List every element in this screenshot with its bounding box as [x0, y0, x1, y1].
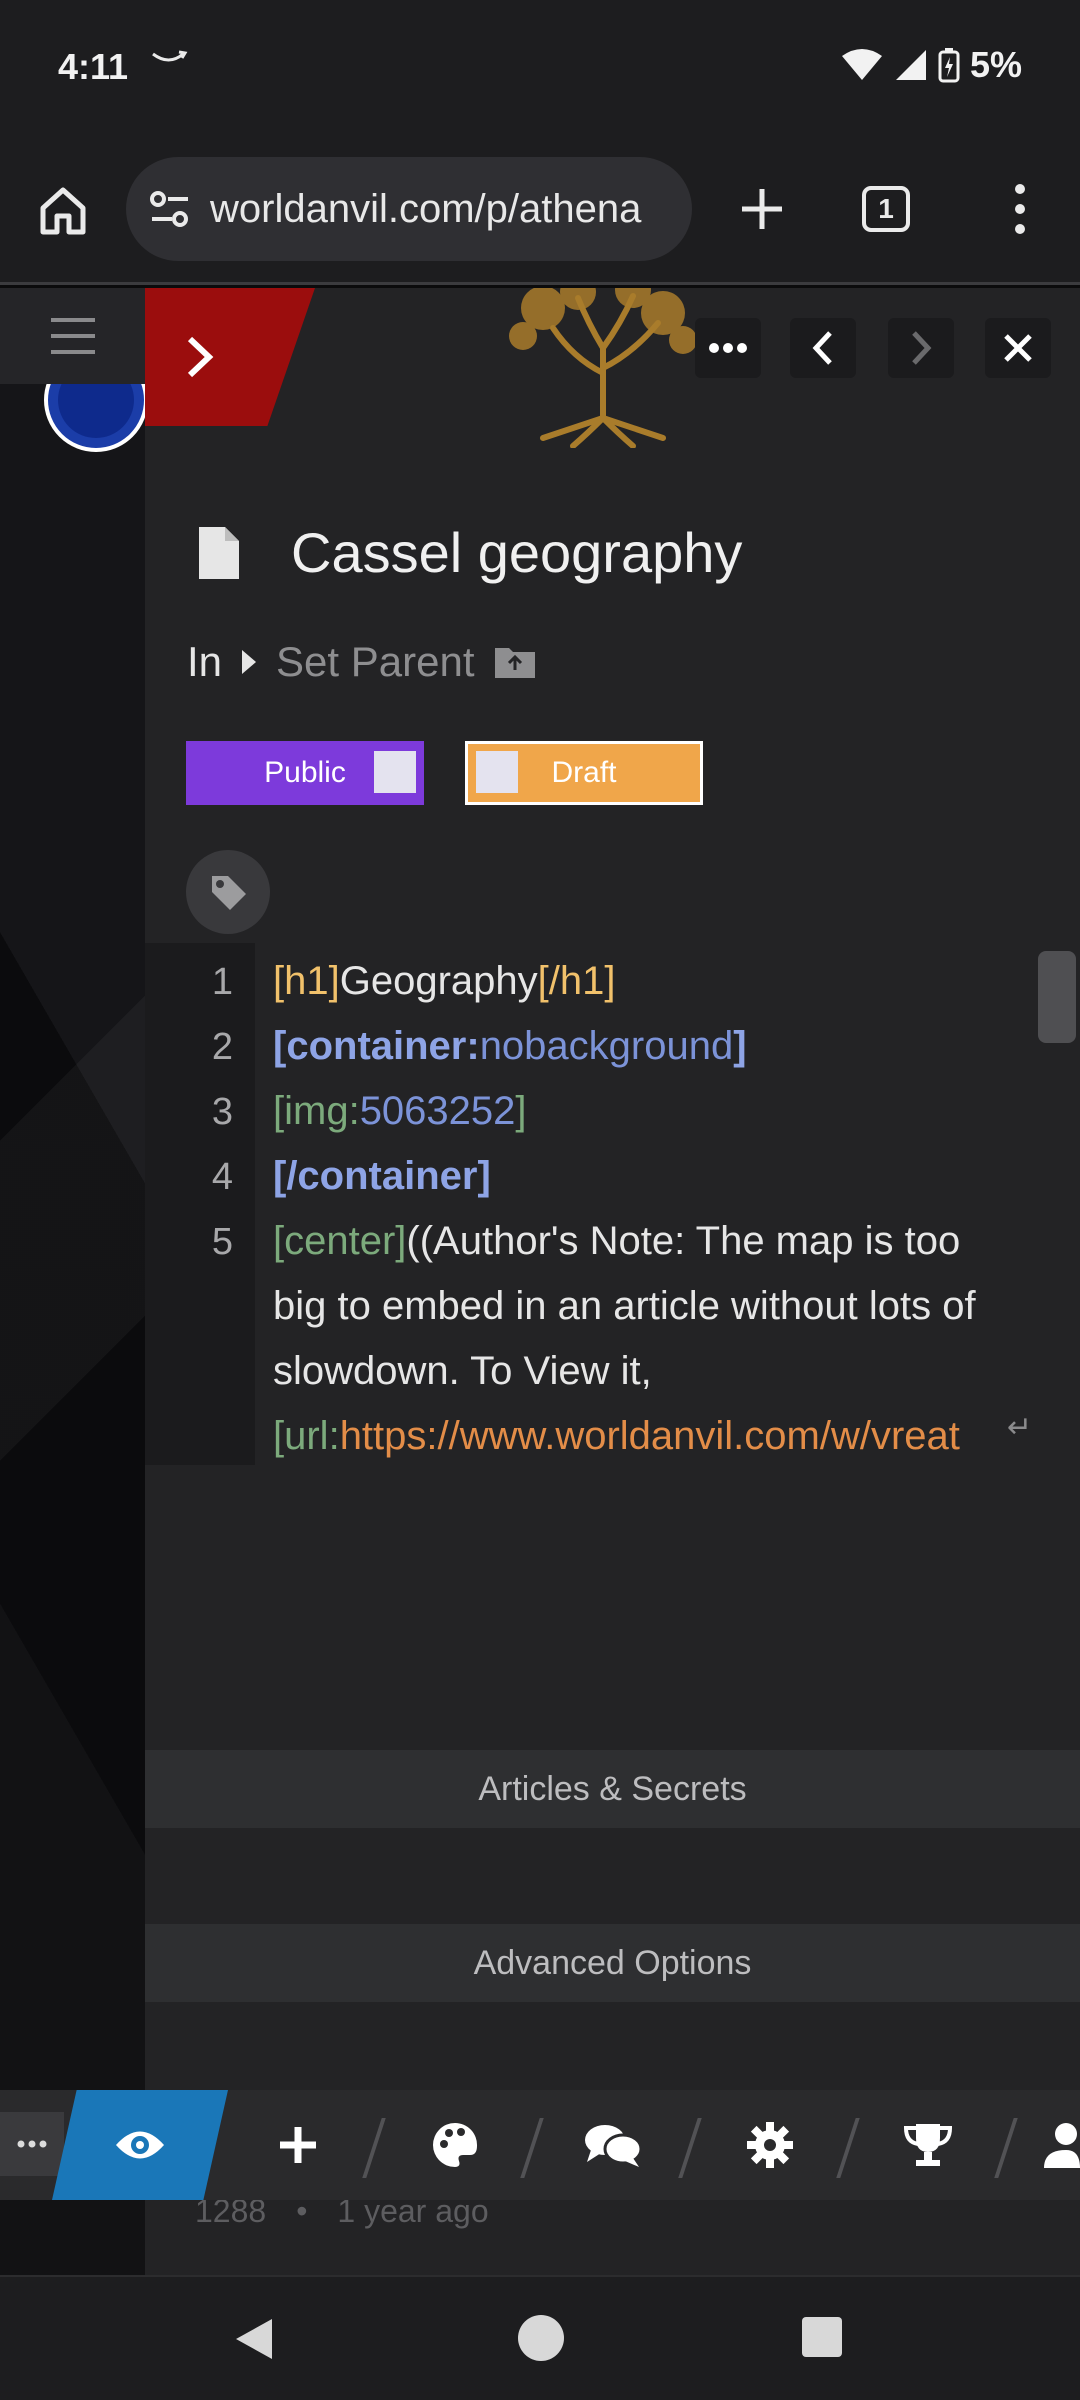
code-line-5-wrap: [url:https://www.worldanvil.com/w/vreat — [273, 1414, 960, 1458]
signal-icon — [895, 50, 926, 80]
in-label: In — [187, 638, 223, 685]
browser-menu-button[interactable] — [984, 173, 1056, 245]
comments-button[interactable] — [563, 2090, 663, 2200]
line-number: 1 — [211, 961, 233, 1003]
draft-toggle[interactable]: Draft — [465, 741, 703, 805]
address-bar[interactable]: worldanvil.com/p/athena — [126, 157, 692, 261]
home-nav-button[interactable] — [518, 2315, 564, 2361]
home-button[interactable] — [30, 177, 96, 243]
trophy-icon — [903, 2124, 953, 2166]
editor-scrollbar[interactable] — [1038, 951, 1076, 1043]
line-number: 4 — [211, 1156, 233, 1198]
toolbar-divider — [836, 2118, 860, 2178]
page-title[interactable]: Cassel geography — [291, 520, 742, 585]
eye-icon — [116, 2131, 164, 2159]
tags-button[interactable] — [186, 850, 270, 934]
new-tab-button[interactable] — [726, 173, 798, 245]
plus-icon — [280, 2127, 316, 2163]
editor-panel: Cassel geography In Set Parent Public Dr… — [145, 288, 1080, 2275]
code-line-5-wrap: big to embed in an article without lots … — [273, 1284, 976, 1328]
palette-icon — [433, 2123, 478, 2167]
system-navigation-bar — [0, 2275, 1080, 2400]
site-settings-icon — [150, 191, 188, 227]
folder-upload-icon[interactable] — [493, 644, 537, 680]
code-line-3: [img:5063252] — [273, 1089, 527, 1133]
document-icon — [199, 526, 239, 579]
bbcode-editor[interactable]: 1 2 3 4 5 [h1]Geography[/h1] [container:… — [145, 943, 1080, 1465]
tab-count: 1 — [862, 186, 910, 232]
chevron-right-icon — [187, 336, 214, 378]
hamburger-menu-button[interactable] — [0, 288, 145, 384]
wifi-icon — [841, 49, 882, 80]
hamburger-icon — [50, 318, 95, 354]
parent-selector: In Set Parent — [187, 638, 537, 686]
line-number: 2 — [211, 1026, 233, 1068]
code-line-5: [center]((Author's Note: The map is too — [273, 1219, 961, 1263]
ellipsis-icon — [709, 343, 747, 353]
line-number: 5 — [211, 1221, 233, 1263]
more-icon — [17, 2140, 47, 2148]
toolbar-more-button[interactable] — [0, 2112, 64, 2176]
toolbar-divider — [362, 2118, 386, 2178]
draft-label: Draft — [551, 756, 617, 789]
line-wrap-icon: ↵ — [1007, 1411, 1033, 1444]
caret-right-icon — [242, 650, 257, 674]
public-toggle-knob — [374, 751, 416, 793]
code-line-2: [container:nobackground] — [273, 1024, 747, 1068]
title-row: Cassel geography — [197, 520, 742, 585]
line-gutter: 1 2 3 4 5 — [145, 943, 255, 1465]
add-button[interactable] — [248, 2090, 348, 2200]
tab-switcher-button[interactable]: 1 — [850, 173, 922, 245]
comments-icon — [585, 2125, 643, 2167]
battery-icon — [938, 48, 960, 83]
tag-icon — [212, 876, 246, 910]
toolbar-divider — [520, 2118, 544, 2178]
battery-percent: 5% — [969, 44, 1022, 85]
previous-button[interactable] — [790, 318, 856, 378]
next-button[interactable] — [888, 318, 954, 378]
code-line-5-wrap: slowdown. To View it, — [273, 1349, 652, 1393]
articles-secrets-section[interactable]: Articles & Secrets — [145, 1750, 1080, 1828]
status-icons: 5% — [840, 44, 1022, 86]
draft-toggle-knob — [476, 751, 518, 793]
public-toggle[interactable]: Public — [186, 741, 424, 805]
more-options-button[interactable] — [695, 318, 761, 378]
amazon-smile-icon — [152, 50, 188, 62]
public-label: Public — [264, 756, 346, 789]
achievements-button[interactable] — [878, 2090, 978, 2200]
close-button[interactable] — [985, 318, 1051, 378]
home-icon — [40, 187, 86, 235]
toolbar-divider — [994, 2118, 1018, 2178]
editor-toolbar — [0, 2090, 1080, 2200]
recents-button[interactable] — [802, 2317, 842, 2357]
background-pattern — [0, 288, 145, 2275]
web-page: Cassel geography In Set Parent Public Dr… — [0, 288, 1080, 2275]
close-icon — [1004, 334, 1032, 362]
theme-button[interactable] — [405, 2090, 505, 2200]
plus-icon — [742, 189, 782, 229]
advanced-options-section[interactable]: Advanced Options — [145, 1924, 1080, 2002]
back-icon[interactable] — [232, 2315, 276, 2363]
chevron-left-icon — [812, 331, 832, 365]
status-bar: 4:11 5% — [0, 0, 1080, 135]
profile-button[interactable] — [1040, 2090, 1080, 2200]
browser-toolbar: worldanvil.com/p/athena 1 — [0, 135, 1080, 285]
toolbar-divider — [678, 2118, 702, 2178]
chevron-right-icon — [912, 331, 932, 365]
line-number: 3 — [211, 1091, 233, 1133]
status-time: 4:11 — [58, 46, 129, 87]
set-parent-link[interactable]: Set Parent — [276, 638, 474, 686]
code-line-1: [h1]Geography[/h1] — [273, 959, 616, 1003]
code-line-4: [/container] — [273, 1154, 491, 1198]
kebab-menu-icon — [1015, 184, 1025, 234]
user-icon — [1044, 2123, 1080, 2168]
gear-icon — [747, 2122, 793, 2168]
settings-button[interactable] — [720, 2090, 820, 2200]
url-text: worldanvil.com/p/athena — [210, 187, 642, 231]
view-button[interactable] — [52, 2090, 228, 2200]
